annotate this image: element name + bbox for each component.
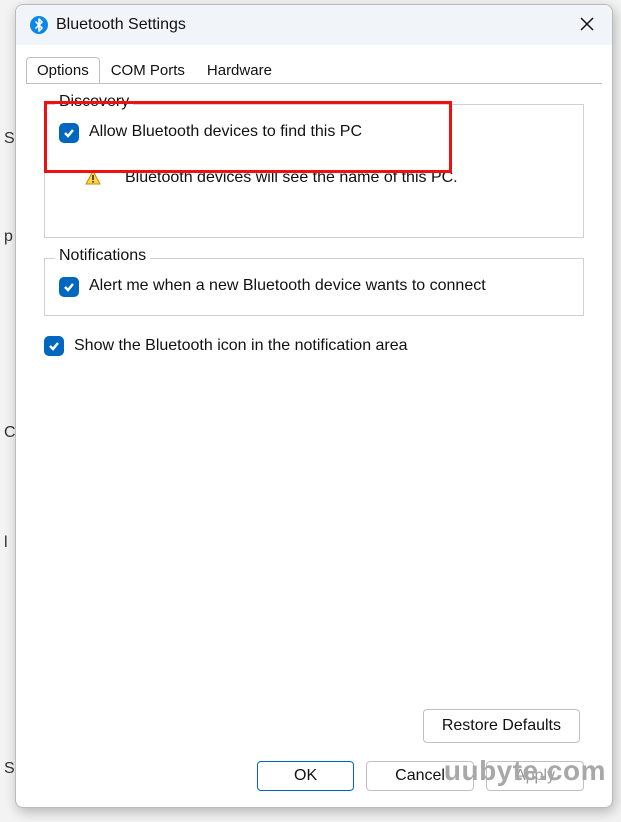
show-tray-icon-label: Show the Bluetooth icon in the notificat… (74, 337, 408, 355)
allow-discovery-checkbox[interactable] (59, 123, 79, 143)
tab-options[interactable]: Options (26, 57, 100, 84)
close-button[interactable] (572, 11, 602, 40)
discovery-info-row: Bluetooth devices will see the name of t… (85, 169, 569, 187)
ok-button[interactable]: OK (257, 761, 354, 791)
alert-connect-checkbox[interactable] (59, 277, 79, 297)
dialog-footer: OK Cancel Apply (26, 743, 602, 807)
allow-discovery-label: Allow Bluetooth devices to find this PC (89, 123, 362, 141)
bluetooth-settings-dialog: Bluetooth Settings Options COM Ports Har… (15, 4, 613, 808)
bg-char: p (4, 228, 13, 246)
restore-defaults-button[interactable]: Restore Defaults (423, 709, 580, 743)
warning-icon (85, 170, 101, 186)
bg-char: S (4, 130, 15, 148)
discovery-info-text: Bluetooth devices will see the name of t… (125, 169, 458, 187)
titlebar: Bluetooth Settings (16, 5, 612, 45)
notifications-group: Notifications Alert me when a new Blueto… (44, 258, 584, 316)
discovery-group: Discovery Allow Bluetooth devices to fin… (44, 104, 584, 238)
alert-connect-label: Alert me when a new Bluetooth device wan… (89, 277, 486, 295)
discovery-legend: Discovery (55, 93, 133, 111)
tab-strip: Options COM Ports Hardware (26, 57, 612, 84)
show-icon-row: Show the Bluetooth icon in the notificat… (44, 336, 584, 356)
bg-char: l (4, 534, 8, 552)
tab-hardware[interactable]: Hardware (196, 57, 283, 84)
tab-com-ports[interactable]: COM Ports (100, 57, 196, 84)
show-tray-icon-checkbox[interactable] (44, 336, 64, 356)
window-title: Bluetooth Settings (56, 16, 186, 34)
bg-char: C (4, 424, 16, 442)
cancel-button[interactable]: Cancel (366, 761, 474, 791)
content-area: Discovery Allow Bluetooth devices to fin… (16, 84, 612, 807)
apply-button[interactable]: Apply (486, 761, 584, 791)
bluetooth-icon (30, 16, 48, 34)
notifications-legend: Notifications (55, 247, 150, 265)
bg-char: S (4, 760, 15, 778)
